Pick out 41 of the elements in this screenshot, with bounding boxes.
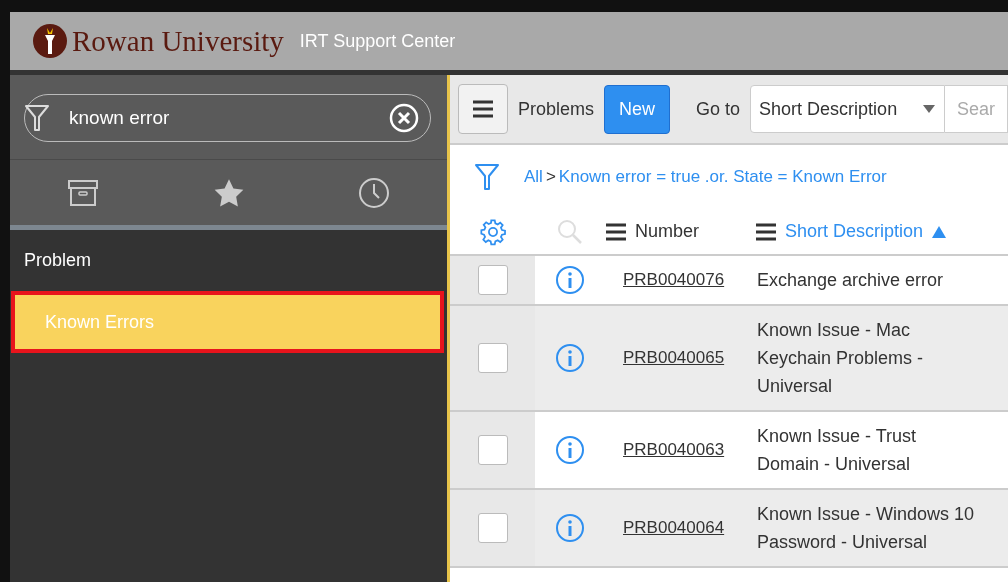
goto-label: Go to <box>696 98 741 120</box>
search-field[interactable]: Sear <box>945 85 1008 133</box>
column-menu-icon <box>755 222 777 241</box>
info-icon[interactable] <box>555 343 585 373</box>
record-number-link[interactable]: PRB0040076 <box>623 270 725 290</box>
list-title: Problems <box>518 98 595 120</box>
menu-icon <box>472 100 494 118</box>
app-title: IRT Support Center <box>299 30 456 52</box>
clock-icon <box>358 176 391 209</box>
settings-icon[interactable] <box>478 217 507 246</box>
row-checkbox[interactable] <box>477 265 508 295</box>
filter-icon <box>474 162 500 192</box>
record-number-link[interactable]: PRB0040063 <box>623 440 725 460</box>
clear-icon[interactable] <box>389 103 419 133</box>
table-cell-text: Known Issue - Windows 10 Password - Universal <box>757 503 976 554</box>
table-cell-text: Exchange archive error <box>757 269 945 292</box>
caret-icon <box>922 104 937 114</box>
archive-box-icon <box>66 178 99 207</box>
row-checkbox[interactable] <box>477 513 508 543</box>
record-number-link[interactable]: PRB0040065 <box>623 348 725 368</box>
logo-text: Rowan University <box>72 24 284 58</box>
record-number-link[interactable]: PRB0040064 <box>623 518 725 538</box>
info-icon[interactable] <box>555 435 585 465</box>
sort-ascending-icon <box>931 224 948 239</box>
filter-icon <box>24 103 50 133</box>
goto-select[interactable]: Short Description <box>750 85 946 133</box>
menu-button[interactable] <box>458 84 508 134</box>
info-icon[interactable] <box>555 513 585 543</box>
torch-logo-icon <box>32 23 68 59</box>
column-menu-icon <box>605 222 627 241</box>
table-cell-text: Known Issue - Mac Keychain Problems - Universal <box>757 319 925 398</box>
star-icon <box>212 177 245 208</box>
breadcrumb-separator: > <box>545 167 556 187</box>
row-checkbox[interactable] <box>477 435 508 465</box>
filter-field[interactable]: known error <box>24 94 431 142</box>
column-header[interactable]: Number <box>635 221 700 242</box>
table-cell-text: Known Issue - Trust Domain - Universal <box>757 425 918 476</box>
info-icon[interactable] <box>555 265 585 295</box>
nav-heading[interactable]: Problem <box>10 230 447 290</box>
row-checkbox[interactable] <box>477 343 508 373</box>
breadcrumb-link[interactable]: All <box>524 167 543 187</box>
